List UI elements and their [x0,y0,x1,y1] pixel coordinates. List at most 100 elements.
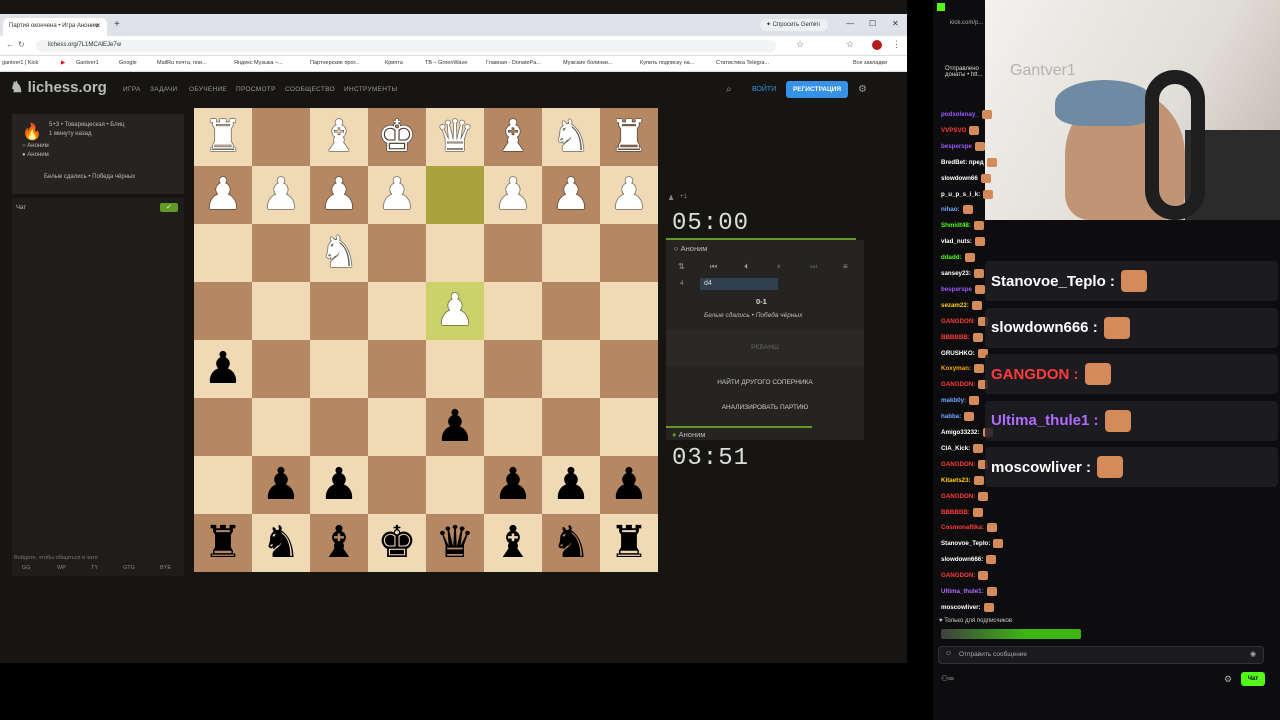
new-tab-icon[interactable]: + [114,19,120,30]
white-pawn-icon[interactable]: ♟ [435,289,474,333]
stream-chat-line[interactable]: ddadd: [941,253,975,263]
square-g1[interactable] [252,108,310,166]
first-move-icon[interactable]: ⏮ [710,262,717,272]
new-opponent-button[interactable]: НАЙТИ ДРУГОГО СОПЕРНИКА [666,379,864,386]
black-pawn-icon[interactable]: ♟ [319,463,358,507]
square-b8[interactable]: ♞ [542,514,600,572]
square-g2[interactable]: ♟ [252,166,310,224]
reload-icon[interactable]: ↻ [18,40,25,49]
login-link[interactable]: ВОЙТИ [752,86,776,93]
square-f4[interactable] [310,282,368,340]
top-player[interactable]: ○ Аноним [674,244,707,253]
bookmark-item[interactable]: ТВ – GreenWave [425,60,467,66]
black-pawn-icon[interactable]: ♟ [551,463,590,507]
hamburger-menu-icon[interactable]: ≡ [843,262,848,271]
square-a2[interactable]: ♟ [600,166,658,224]
black-rook-icon[interactable]: ♜ [609,521,648,565]
gemini-button[interactable]: ✦ Спросить Gemini [760,19,828,31]
square-h4[interactable] [194,282,252,340]
emote-picker-icon[interactable]: ◉ [1250,650,1256,658]
black-rook-icon[interactable]: ♜ [203,521,242,565]
square-f1[interactable]: ♝ [310,108,368,166]
black-queen-icon[interactable]: ♛ [435,521,474,565]
quick-gtg[interactable]: GTG [123,565,135,571]
square-a5[interactable] [600,340,658,398]
stream-chat-line[interactable]: podsolenay_ [941,110,992,119]
square-f6[interactable] [310,398,368,456]
square-g7[interactable]: ♟ [252,456,310,514]
last-move-icon[interactable]: ⏭ [810,262,817,272]
square-f7[interactable]: ♟ [310,456,368,514]
send-chat-button[interactable]: Чат [1241,672,1265,686]
stream-chat-line[interactable]: Shmidt48: [941,221,984,231]
stream-chat-line[interactable]: GRUSHKO: [941,348,988,358]
bookmark-item[interactable]: Главная - DonatePa... [486,60,541,66]
square-a7[interactable]: ♟ [600,456,658,514]
quick-wp[interactable]: WP [57,565,66,571]
square-f2[interactable]: ♟ [310,166,368,224]
stream-chat-line[interactable]: Stanovoe_Teplo: [941,539,1004,549]
bookmark-item[interactable]: Gantver1 [76,60,99,66]
close-window-icon[interactable]: ✕ [892,19,899,28]
rematch-button[interactable]: РЕВАНШ [666,344,864,351]
square-d1[interactable]: ♛ [426,108,484,166]
bookmark-item[interactable]: gantver1 | Kick [2,60,38,66]
url-field[interactable]: lichess.org/7L1MCAlEJe7w [36,40,776,52]
stream-chat-line[interactable]: Kitaets23: [941,475,984,485]
white-rook-icon[interactable]: ♜ [203,115,242,159]
square-b6[interactable] [542,398,600,456]
square-c8[interactable]: ♝ [484,514,542,572]
stream-chat-line[interactable]: habba: [941,412,975,422]
stream-chat-line[interactable]: VVPSVO [941,125,980,135]
stream-chat-line[interactable]: p_u_p_s_i_k: [941,189,994,199]
nav-community[interactable]: СООБЩЕСТВО [285,86,335,93]
square-h6[interactable] [194,398,252,456]
square-e2[interactable]: ♟ [368,166,426,224]
player-white[interactable]: ○ Аноним [22,143,49,149]
square-e1[interactable]: ♚ [368,108,426,166]
bookmark-item[interactable]: Яндекс Музыка –... [234,60,283,66]
white-pawn-icon[interactable]: ♟ [377,173,416,217]
square-c5[interactable] [484,340,542,398]
square-d7[interactable] [426,456,484,514]
black-bishop-icon[interactable]: ♝ [493,521,532,565]
chess-board[interactable]: ♜ ♝ ♚ ♛ ♝ ♞ ♜ ♟ ♟ ♟ ♟ ♟ ♟ ♟ ♞ ♟ ♟ ♟ ♟ ♟ ♟ ♟ ♟ ♜ ♞ ♝ ♚ ♛ ♝ ♞ ♜ [194,108,658,572]
bookmark-item[interactable]: Партнерские прог... [310,60,359,66]
square-g5[interactable] [252,340,310,398]
profile-avatar[interactable] [872,40,882,50]
stream-chat-line[interactable]: BredBet: пред [941,157,997,167]
square-b4[interactable] [542,282,600,340]
browser-tab[interactable]: Партия окончена • Игра Аноним [3,18,107,36]
stream-chat-line[interactable]: makb0y: [941,396,980,406]
chat-toggle[interactable]: ✓ [160,203,178,212]
star-icon[interactable]: ☆ [846,39,854,50]
emote-row[interactable] [941,629,1081,639]
black-pawn-icon[interactable]: ♟ [493,463,532,507]
stream-chat-line[interactable]: moscowliver: [941,602,994,612]
nav-learn[interactable]: ОБУЧЕНИЕ [189,86,227,93]
back-icon[interactable]: ← [6,40,14,49]
flip-board-icon[interactable]: ⇅ [678,262,685,271]
square-d6[interactable]: ♟ [426,398,484,456]
black-pawn-icon[interactable]: ♟ [261,463,300,507]
square-d5[interactable] [426,340,484,398]
square-h5[interactable]: ♟ [194,340,252,398]
stream-chat-line[interactable]: GANGDON: [941,380,989,390]
square-e8[interactable]: ♚ [368,514,426,572]
stream-chat-line[interactable]: Ultima_thule1: [941,587,997,596]
square-h2[interactable]: ♟ [194,166,252,224]
nav-watch[interactable]: ПРОСМОТР [236,86,276,93]
white-queen-icon[interactable]: ♛ [435,115,474,159]
settings-gear-icon[interactable]: ⚙ [858,84,867,95]
nav-play[interactable]: ИГРА [123,86,141,93]
square-g4[interactable] [252,282,310,340]
next-move-icon[interactable]: ⏵ [777,262,781,272]
bookmark-item[interactable]: MailRu почта, пои... [157,60,207,66]
square-c6[interactable] [484,398,542,456]
square-b1[interactable]: ♞ [542,108,600,166]
stream-chat-line[interactable]: besperspe [941,284,985,294]
bookmark-star-icon[interactable]: ☆ [796,39,804,50]
bookmark-item[interactable]: Google [119,60,137,66]
square-c7[interactable]: ♟ [484,456,542,514]
square-c4[interactable] [484,282,542,340]
